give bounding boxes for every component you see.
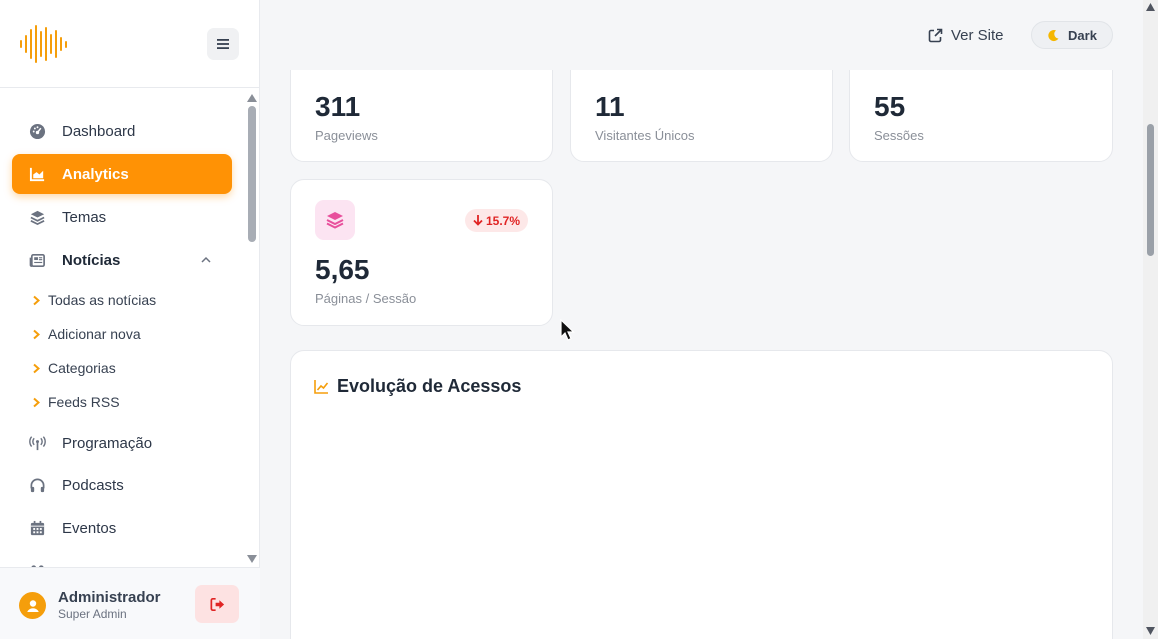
sidebar: Dashboard Analytics Temas Notícias Todas… bbox=[0, 0, 260, 639]
subnav-item-label: Adicionar nova bbox=[48, 326, 141, 342]
stat-value: 311 bbox=[315, 91, 361, 122]
hamburger-icon bbox=[217, 39, 229, 49]
page-scrollbar-thumb[interactable] bbox=[1147, 124, 1154, 256]
external-link-icon bbox=[928, 28, 943, 42]
sidebar-toggle-button[interactable] bbox=[207, 28, 239, 60]
subnav-item-todas-noticias[interactable]: Todas as notícias bbox=[32, 289, 156, 311]
scroll-up-arrow-icon[interactable] bbox=[247, 94, 257, 102]
layers-icon bbox=[315, 200, 355, 240]
stat-value: 5,65 bbox=[315, 254, 370, 285]
scroll-up-arrow-icon[interactable] bbox=[1146, 3, 1155, 11]
logout-button[interactable] bbox=[195, 585, 239, 623]
dark-mode-toggle[interactable]: Dark bbox=[1031, 21, 1113, 49]
chevron-right-icon bbox=[33, 363, 41, 373]
chevron-up-icon[interactable] bbox=[200, 254, 212, 266]
stat-value: 55 bbox=[874, 91, 906, 122]
layers-icon bbox=[28, 208, 46, 226]
sidebar-item-label: Temas bbox=[62, 208, 107, 226]
sidebar-item-label: Programação bbox=[62, 434, 153, 452]
ver-site-label: Ver Site bbox=[951, 26, 1004, 44]
brand-header bbox=[0, 0, 259, 88]
theme-toggle-label: Dark bbox=[1068, 27, 1097, 43]
stat-card-paginas-sessao: 15.7% 5,65 Páginas / Sessão bbox=[290, 179, 553, 326]
scroll-down-arrow-icon[interactable] bbox=[1146, 627, 1155, 635]
calendar-icon bbox=[28, 519, 46, 537]
stat-label: Visitantes Únicos bbox=[595, 128, 695, 143]
stat-value: 11 bbox=[595, 91, 625, 122]
logout-icon bbox=[210, 597, 224, 611]
chevron-right-icon bbox=[33, 295, 41, 305]
subnav-item-label: Feeds RSS bbox=[48, 394, 120, 410]
sidebar-item-label: Dashboard bbox=[62, 122, 136, 140]
chart-card-evolucao: Evolução de Acessos bbox=[290, 350, 1113, 639]
user-name: Administrador bbox=[58, 589, 161, 606]
sidebar-item-dashboard[interactable]: Dashboard bbox=[12, 111, 232, 151]
chart-title: Evolução de Acessos bbox=[314, 376, 521, 397]
chart-title-text: Evolução de Acessos bbox=[337, 376, 522, 396]
subnav-item-label: Todas as notícias bbox=[48, 292, 157, 308]
subnav-item-categorias[interactable]: Categorias bbox=[32, 357, 116, 379]
sidebar-item-eventos[interactable]: Eventos bbox=[12, 508, 232, 548]
chevron-right-icon bbox=[33, 329, 41, 339]
gauge-icon bbox=[28, 122, 46, 140]
headphones-icon bbox=[28, 476, 46, 494]
sidebar-nav: Dashboard Analytics Temas Notícias Todas… bbox=[0, 89, 244, 567]
sidebar-scrollbar[interactable] bbox=[245, 92, 259, 566]
mouse-cursor-icon bbox=[560, 319, 575, 341]
subnav-item-adicionar-nova[interactable]: Adicionar nova bbox=[32, 323, 141, 345]
page-scrollbar[interactable] bbox=[1143, 0, 1158, 639]
sidebar-scrollbar-thumb[interactable] bbox=[248, 106, 256, 242]
chevron-right-icon bbox=[33, 397, 41, 407]
area-chart-icon bbox=[28, 165, 46, 183]
stat-label: Páginas / Sessão bbox=[315, 291, 417, 306]
logo-soundwave-icon[interactable] bbox=[20, 25, 67, 63]
sidebar-item-partial[interactable] bbox=[12, 551, 232, 567]
sidebar-item-label: Notícias bbox=[62, 251, 121, 269]
sidebar-item-analytics[interactable]: Analytics bbox=[12, 154, 232, 194]
ver-site-link[interactable]: Ver Site bbox=[928, 24, 1004, 46]
newspaper-icon bbox=[28, 251, 46, 269]
avatar[interactable] bbox=[19, 592, 46, 619]
moon-icon bbox=[1048, 29, 1059, 41]
subnav-item-label: Categorias bbox=[48, 360, 116, 376]
sidebar-item-label: Eventos bbox=[62, 519, 117, 537]
stat-label: Sessões bbox=[874, 128, 924, 143]
sidebar-item-label: Analytics bbox=[62, 165, 129, 183]
topbar: Ver Site Dark bbox=[260, 0, 1143, 70]
broadcast-icon bbox=[28, 434, 46, 452]
user-icon bbox=[26, 599, 39, 612]
sidebar-item-temas[interactable]: Temas bbox=[12, 197, 232, 237]
user-role: Super Admin bbox=[58, 607, 127, 621]
scroll-down-arrow-icon[interactable] bbox=[247, 555, 257, 563]
stat-label: Pageviews bbox=[315, 128, 378, 143]
sidebar-item-label: Podcasts bbox=[62, 476, 124, 494]
sidebar-item-programacao[interactable]: Programação bbox=[12, 423, 232, 463]
trend-value: 15.7% bbox=[485, 213, 520, 228]
user-panel: Administrador Super Admin bbox=[0, 567, 260, 639]
sidebar-item-noticias[interactable]: Notícias bbox=[12, 240, 232, 280]
main-content: 311 Pageviews 11 Visitantes Únicos 55 Se… bbox=[260, 0, 1143, 639]
subnav-item-feeds-rss[interactable]: Feeds RSS bbox=[32, 391, 120, 413]
arrow-down-icon bbox=[473, 215, 483, 226]
trend-badge: 15.7% bbox=[464, 209, 528, 232]
sidebar-item-podcasts[interactable]: Podcasts bbox=[12, 465, 232, 505]
line-chart-icon bbox=[314, 380, 329, 394]
